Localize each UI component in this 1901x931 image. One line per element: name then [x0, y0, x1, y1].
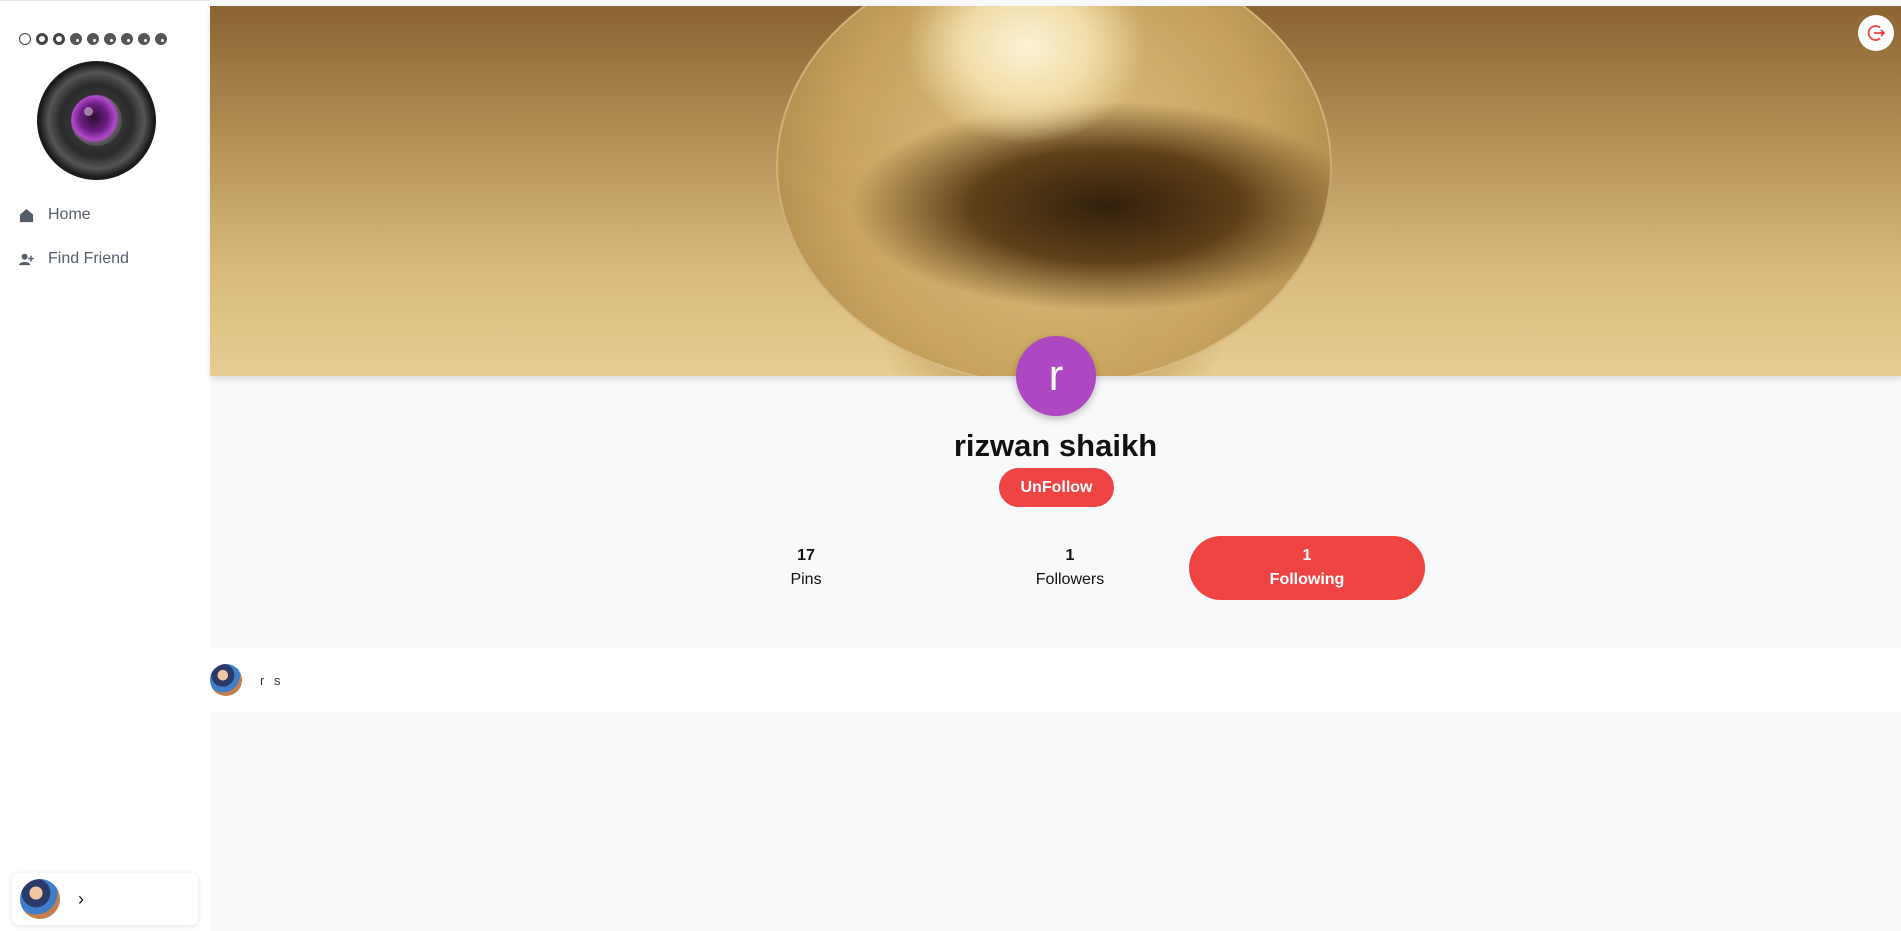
main-content: r rizwan shaikh UnFollow 17 Pins 1 Follo… — [210, 0, 1901, 931]
camera-lens-logo[interactable] — [37, 61, 156, 180]
profile-name: rizwan shaikh — [953, 428, 1158, 463]
dot-icon — [87, 33, 99, 45]
sidebar-item-label: Home — [48, 206, 91, 223]
stat-value: 1 — [1065, 547, 1075, 564]
dot-icon — [121, 33, 133, 45]
logout-button[interactable] — [1858, 15, 1894, 51]
app-logo-dots — [19, 33, 167, 45]
stat-label: Pins — [790, 571, 822, 588]
sidebar-item-home[interactable]: Home — [19, 206, 91, 224]
stat-value: 17 — [797, 547, 815, 564]
following-list: r s — [210, 648, 1901, 712]
user-plus-icon — [19, 253, 34, 265]
lens-icon — [71, 95, 122, 146]
dot-icon — [19, 33, 31, 45]
avatar — [20, 879, 60, 919]
list-item[interactable]: r s — [210, 664, 283, 696]
cover-sphere-art — [776, 6, 1332, 376]
dot-icon — [70, 33, 82, 45]
stat-value: 1 — [1302, 547, 1312, 564]
dot-icon — [53, 33, 65, 45]
sidebar-item-label: Find Friend — [48, 250, 129, 267]
home-icon — [19, 208, 34, 222]
logout-icon — [1867, 25, 1886, 41]
stat-followers[interactable]: 1 Followers — [952, 536, 1188, 600]
sidebar-item-find-friend[interactable]: Find Friend — [19, 250, 129, 268]
sidebar-top-divider — [0, 0, 210, 6]
avatar — [210, 664, 242, 696]
stat-label: Following — [1269, 571, 1345, 588]
current-user-menu[interactable]: › — [12, 873, 198, 925]
list-item-name[interactable]: r s — [260, 673, 283, 688]
sidebar: Home Find Friend › — [0, 0, 210, 931]
stat-label: Followers — [1035, 571, 1105, 588]
stat-pins[interactable]: 17 Pins — [688, 536, 924, 600]
dot-icon — [36, 33, 48, 45]
tab-following[interactable]: 1 Following — [1189, 536, 1425, 600]
profile-avatar: r — [1016, 336, 1096, 416]
cover-image — [210, 6, 1901, 376]
dot-icon — [138, 33, 150, 45]
dot-icon — [155, 33, 167, 45]
unfollow-button[interactable]: UnFollow — [999, 468, 1114, 507]
chevron-right-icon: › — [78, 888, 84, 909]
dot-icon — [104, 33, 116, 45]
